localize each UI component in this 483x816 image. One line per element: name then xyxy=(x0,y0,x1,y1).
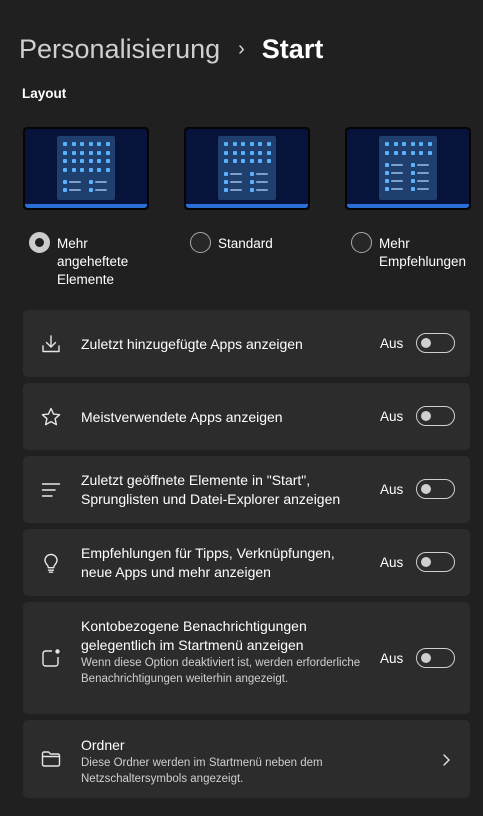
toggle-state-label: Aus xyxy=(380,336,404,351)
breadcrumb: Personalisierung › Start xyxy=(19,31,323,67)
setting-description: Diese Ordner werden im Startmenü neben d… xyxy=(81,757,323,785)
setting-folders[interactable]: Ordner Diese Ordner werden im Startmenü … xyxy=(23,720,470,798)
layout-section-label: Layout xyxy=(22,86,67,101)
layout-option-label: Mehr Empfehlungen xyxy=(379,236,467,269)
setting-description: Wenn diese Option deaktiviert ist, werde… xyxy=(81,657,361,685)
setting-recent-items: Zuletzt geöffnete Elemente in "Start", S… xyxy=(23,456,470,523)
breadcrumb-separator: › xyxy=(238,38,245,60)
setting-recently-added-apps: Zuletzt hinzugefügte Apps anzeigen Aus xyxy=(23,310,470,377)
setting-title: Empfehlungen für Tipps, Verknüpfungen, n… xyxy=(81,545,335,580)
folder-icon xyxy=(40,748,62,770)
setting-title: Kontobezogene Benachrichtigungen gelegen… xyxy=(81,618,307,653)
notification-icon xyxy=(40,647,62,669)
layout-preview-default[interactable] xyxy=(184,127,310,210)
breadcrumb-parent[interactable]: Personalisierung xyxy=(19,31,220,67)
setting-title: Ordner xyxy=(81,737,125,753)
setting-most-used-apps: Meistverwendete Apps anzeigen Aus xyxy=(23,383,470,450)
layout-option-more-recommendations[interactable]: Mehr Empfehlungen xyxy=(351,232,466,271)
download-icon xyxy=(40,333,62,355)
toggle-state-label: Aus xyxy=(380,482,404,497)
radio-button[interactable] xyxy=(29,232,50,253)
list-icon xyxy=(40,479,62,501)
layout-option-more-pins[interactable]: Mehr angeheftete Elemente xyxy=(29,232,128,289)
layout-option-label: Mehr angeheftete Elemente xyxy=(57,236,129,287)
recommendations-toggle[interactable] xyxy=(416,552,455,572)
toggle-state-label: Aus xyxy=(380,555,404,570)
account-notifications-toggle[interactable] xyxy=(416,648,455,668)
recent-items-toggle[interactable] xyxy=(416,479,455,499)
toggle-state-label: Aus xyxy=(380,409,404,424)
setting-recommendations: Empfehlungen für Tipps, Verknüpfungen, n… xyxy=(23,529,470,596)
settings-page: Personalisierung › Start Layout Mehr ang… xyxy=(0,0,483,816)
chevron-right-icon[interactable] xyxy=(440,753,452,767)
layout-option-label: Standard xyxy=(218,236,273,251)
star-icon xyxy=(40,406,62,428)
setting-title: Zuletzt geöffnete Elemente in "Start", S… xyxy=(81,472,341,507)
most-used-apps-toggle[interactable] xyxy=(416,406,455,426)
setting-account-notifications: Kontobezogene Benachrichtigungen gelegen… xyxy=(23,602,470,714)
layout-preview-more-pins[interactable] xyxy=(23,127,149,210)
layout-preview-more-recommendations[interactable] xyxy=(345,127,471,210)
radio-button[interactable] xyxy=(190,232,211,253)
lightbulb-icon xyxy=(40,552,62,574)
toggle-state-label: Aus xyxy=(380,651,404,666)
radio-button[interactable] xyxy=(351,232,372,253)
page-title: Start xyxy=(261,34,324,64)
setting-title: Meistverwendete Apps anzeigen xyxy=(81,409,283,425)
layout-option-default[interactable]: Standard xyxy=(190,232,273,253)
setting-title: Zuletzt hinzugefügte Apps anzeigen xyxy=(81,336,303,352)
recently-added-apps-toggle[interactable] xyxy=(416,333,455,353)
